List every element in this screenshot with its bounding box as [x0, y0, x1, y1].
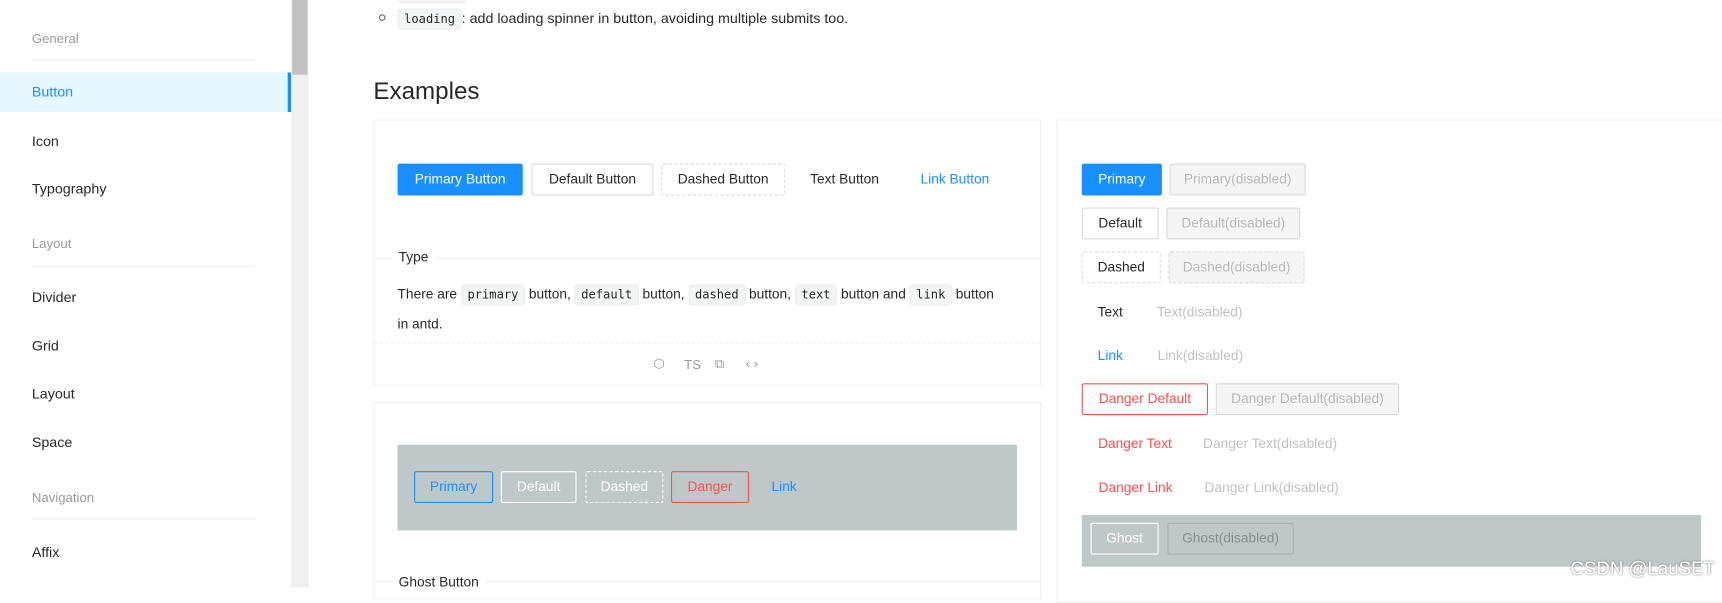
- code-fragment: [397, 0, 466, 4]
- ghost-default-button[interactable]: Default: [500, 471, 577, 503]
- sidebar-item-divider[interactable]: Divider: [0, 278, 291, 318]
- link-button[interactable]: Link: [1082, 340, 1139, 372]
- default-button[interactable]: Default Button: [531, 163, 654, 196]
- desc-text: button and: [840, 286, 906, 303]
- divider: [31, 59, 255, 61]
- sidebar-item-layout[interactable]: Layout: [0, 374, 291, 414]
- ghost-demo-card: Primary Default Dashed Danger Link Ghost…: [373, 401, 1042, 600]
- code-icon[interactable]: ‹ ›: [746, 356, 758, 371]
- text-button[interactable]: Text: [1082, 297, 1139, 329]
- examples-heading: Examples: [373, 76, 480, 105]
- divider: [31, 518, 255, 520]
- desc-text: There are: [397, 286, 458, 303]
- default-button[interactable]: Default: [1081, 207, 1159, 240]
- sidebar-item-icon[interactable]: Icon: [0, 122, 291, 162]
- danger-text-button[interactable]: Danger Text: [1082, 428, 1189, 460]
- copy-icon[interactable]: ⧉: [715, 356, 724, 372]
- demo-title: Ghost Button: [392, 574, 486, 590]
- link-button[interactable]: Link Button: [904, 164, 1006, 196]
- sidebar-group-layout: Layout: [31, 236, 72, 252]
- sidebar-item-button[interactable]: Button: [0, 72, 292, 113]
- sidebar-group-general: General: [31, 30, 79, 47]
- desc-text: button,: [749, 286, 792, 303]
- intro-line: loading: add loading spinner in button, …: [397, 8, 849, 30]
- bullet: [378, 14, 386, 21]
- ghost-button[interactable]: Ghost: [1090, 522, 1159, 555]
- disabled-demo-card: Primary Primary(disabled) Default Defaul…: [1056, 119, 1722, 603]
- demo-description: There are primary button, default button…: [398, 280, 1024, 339]
- code-loading: loading: [397, 8, 462, 30]
- ghost-background: Primary Default Dashed Danger Link: [397, 444, 1017, 531]
- divider: [31, 265, 255, 267]
- ghost-disabled-button: Ghost(disabled): [1167, 522, 1294, 555]
- default-disabled-button: Default(disabled): [1166, 207, 1301, 240]
- type-demo-card: Primary Button Default Button Dashed But…: [373, 119, 1042, 386]
- link-disabled-button: Link(disabled): [1157, 348, 1244, 364]
- danger-default-button[interactable]: Danger Default: [1081, 383, 1209, 416]
- sidebar-item-typography[interactable]: Typography: [0, 169, 291, 209]
- code-link: link: [909, 284, 952, 306]
- dashed-button[interactable]: Dashed: [1081, 251, 1161, 284]
- code-dashed: dashed: [688, 284, 746, 306]
- actions-divider: [374, 342, 1040, 344]
- ts-toggle[interactable]: TS: [684, 357, 701, 372]
- desc-text: button,: [528, 286, 571, 303]
- sidebar-item-grid[interactable]: Grid: [0, 326, 291, 366]
- intro-text: : add loading spinner in button, avoidin…: [461, 9, 849, 27]
- sidebar: General Button Icon Typography Layout Di…: [0, 0, 292, 588]
- ghost-danger-button[interactable]: Danger: [671, 471, 749, 503]
- desc-text: in antd.: [397, 316, 443, 332]
- code-default: default: [574, 284, 639, 306]
- sidebar-group-navigation: Navigation: [31, 489, 95, 506]
- codesandbox-icon[interactable]: ⬡: [653, 356, 665, 371]
- dashed-button[interactable]: Dashed Button: [661, 163, 786, 196]
- sidebar-scrollbar[interactable]: [291, 0, 309, 588]
- primary-button[interactable]: Primary Button: [397, 163, 523, 196]
- scrollbar-thumb[interactable]: [292, 0, 308, 75]
- danger-text-disabled-button: Danger Text(disabled): [1203, 435, 1338, 452]
- ghost-primary-button[interactable]: Primary: [414, 471, 494, 503]
- sidebar-item-space[interactable]: Space: [0, 423, 291, 463]
- danger-default-disabled-button: Danger Default(disabled): [1215, 383, 1400, 416]
- dashed-disabled-button: Dashed(disabled): [1168, 251, 1305, 284]
- code-primary: primary: [460, 284, 525, 306]
- demo-title: Type: [392, 249, 436, 265]
- danger-link-disabled-button: Danger Link(disabled): [1204, 479, 1339, 496]
- text-button[interactable]: Text Button: [794, 164, 895, 196]
- danger-link-button[interactable]: Danger Link: [1082, 472, 1190, 504]
- desc-text: button: [955, 286, 994, 303]
- ghost-dashed-button[interactable]: Dashed: [585, 471, 664, 503]
- ghost-link-button[interactable]: Link: [757, 471, 812, 503]
- code-text: text: [794, 284, 838, 306]
- primary-button[interactable]: Primary: [1081, 163, 1162, 196]
- watermark: CSDN @LauSET: [1570, 557, 1715, 579]
- sidebar-item-affix[interactable]: Affix: [0, 533, 291, 573]
- divider: [374, 258, 1040, 260]
- text-disabled-button: Text(disabled): [1157, 304, 1243, 320]
- primary-disabled-button: Primary(disabled): [1169, 163, 1306, 196]
- desc-text: button,: [642, 286, 685, 303]
